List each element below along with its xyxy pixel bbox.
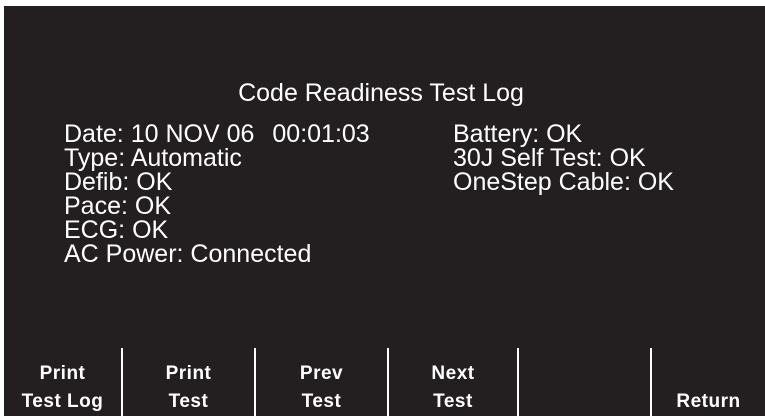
- softkey-label-line1: Prev: [299, 363, 344, 384]
- test-results-right: Battery: OK 30J Self Test: OK OneStep Ca…: [453, 120, 674, 196]
- date-time-row: Date: 10 NOV 06 00:01:03: [64, 120, 370, 148]
- softkey-label-line2: Test: [168, 391, 209, 412]
- time-value: 00:01:03: [272, 120, 370, 148]
- battery-status: Battery: OK: [453, 120, 583, 148]
- next-test-button[interactable]: Next Test: [389, 360, 517, 416]
- softkey-label-line2: Return: [676, 391, 741, 412]
- softkey-label-line1: Print: [165, 363, 212, 384]
- print-test-button[interactable]: Print Test: [123, 360, 254, 416]
- return-button[interactable]: Return: [652, 388, 765, 416]
- softkey-label-line1: Next: [431, 363, 475, 384]
- cable-status: OneStep Cable: OK: [453, 168, 674, 196]
- defib-status: Defib: OK: [64, 168, 173, 196]
- page-title: Code Readiness Test Log: [238, 79, 524, 107]
- print-test-log-button[interactable]: Print Test Log: [4, 360, 121, 416]
- softkey-label-line2: Test: [433, 391, 473, 412]
- softkey-label-line2: Test: [301, 391, 342, 412]
- display-panel: Code Readiness Test Log Date: 10 NOV 06 0…: [4, 6, 765, 416]
- test-results-left: Date: 10 NOV 06 00:01:03 Type: Automatic …: [64, 120, 370, 268]
- blank-softkey[interactable]: [519, 360, 650, 416]
- pace-status: Pace: OK: [64, 192, 171, 220]
- prev-test-button[interactable]: Prev Test: [256, 360, 387, 416]
- device-screen: Code Readiness Test Log Date: 10 NOV 06 0…: [0, 0, 765, 416]
- softkey-label-line1: Print: [39, 363, 86, 384]
- type-value: Type: Automatic: [64, 144, 242, 172]
- ecg-status: ECG: OK: [64, 216, 169, 244]
- softkey-bar: Print Test Log Print Test Prev Test Next…: [4, 348, 765, 416]
- softkey-label-line2: Test Log: [21, 391, 104, 412]
- self-test-status: 30J Self Test: OK: [453, 144, 646, 172]
- ac-power-status: AC Power: Connected: [64, 240, 312, 268]
